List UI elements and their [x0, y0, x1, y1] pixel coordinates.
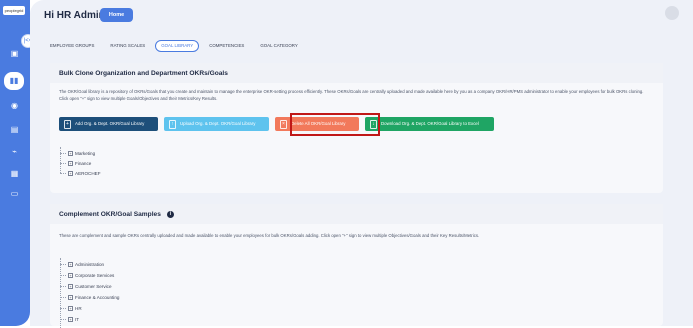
tree-node[interactable]: + HR: [60, 304, 82, 312]
tree-node-label: Finance & Accounting: [75, 294, 120, 300]
tree-dash: [60, 307, 66, 309]
add-file-icon: +: [64, 119, 71, 129]
expand-icon[interactable]: +: [68, 294, 73, 300]
info-icon[interactable]: i: [166, 210, 174, 218]
tree-node[interactable]: + Administration: [60, 260, 104, 268]
tree-node[interactable]: + Marketing: [60, 149, 95, 157]
tree-node-label: AEROCHEF: [75, 170, 101, 176]
expand-icon[interactable]: +: [68, 305, 73, 311]
tree-dash: [60, 263, 66, 265]
tab-employee-groups[interactable]: EMPLOYEE GROUPS: [44, 40, 100, 52]
expand-icon[interactable]: +: [68, 261, 73, 267]
tree-node-label: HR: [75, 305, 82, 311]
sidebar: peoplegrid ▣ ▮▮ ◉ ▤ ⌁ ▦ ▭: [0, 0, 30, 326]
tree-dash: [60, 296, 66, 298]
tab-rating-scales[interactable]: RATING SCALES: [104, 40, 151, 52]
tab-goal-library[interactable]: GOAL LIBRARY: [155, 40, 200, 52]
tree-node-label: Administration: [75, 261, 105, 267]
dashboard-icon[interactable]: ▣: [9, 48, 20, 59]
logo: peoplegrid: [3, 6, 25, 15]
expand-icon[interactable]: +: [68, 170, 73, 176]
add-library-button[interactable]: + Add Org. & Dept. OKR/Goal Library: [59, 117, 158, 131]
delete-icon: ×: [280, 119, 287, 129]
complement-description: These are complement and sample OKRs cen…: [59, 233, 480, 238]
tree-dash: [60, 274, 66, 276]
avatar[interactable]: [665, 6, 679, 20]
page-greeting: Hi HR Admin: [44, 10, 105, 21]
upload-library-button[interactable]: ↑ Upload Org. & Dept. OKR/Goal Library: [164, 117, 269, 131]
delete-button-highlight: [290, 113, 380, 136]
tree-node-label: Marketing: [75, 150, 96, 156]
upload-icon: ↑: [169, 119, 176, 129]
add-library-label: Add Org. & Dept. OKR/Goal Library: [75, 121, 145, 126]
home-button[interactable]: Home: [100, 8, 133, 22]
tree-node-label: Corporate Services: [75, 272, 115, 278]
library-icon[interactable]: ▮▮: [4, 72, 24, 90]
tree-node[interactable]: + IT: [60, 315, 79, 323]
complement-header: Complement OKR/Goal Samples i: [50, 204, 663, 224]
expand-icon[interactable]: +: [68, 160, 73, 166]
document-icon[interactable]: ▦: [9, 168, 20, 179]
expand-icon[interactable]: +: [68, 283, 73, 289]
tree-dash: [60, 285, 66, 287]
tab-competencies[interactable]: COMPETENCIES: [203, 40, 250, 52]
expand-icon[interactable]: +: [68, 272, 73, 278]
library-actions: + Add Org. & Dept. OKR/Goal Library ↑ Up…: [59, 117, 494, 131]
complement-title: Complement OKR/Goal Samples: [59, 210, 161, 218]
globe-icon[interactable]: ◉: [9, 100, 20, 111]
expand-icon[interactable]: +: [68, 316, 73, 322]
tab-goal-category[interactable]: GOAL CATEGORY: [254, 40, 304, 52]
upload-library-label: Upload Org. & Dept. OKR/Goal Library: [180, 121, 256, 126]
org-library-tree: + Marketing + Finance + AEROCHEF: [60, 147, 180, 177]
download-excel-button[interactable]: ↓ Download Org. & Dept. OKR/Goal Library…: [365, 117, 494, 131]
tree-dash: [60, 162, 66, 164]
link-icon[interactable]: ⌁: [9, 146, 20, 157]
tree-node-label: Customer Service: [75, 283, 112, 289]
bulk-clone-title: Bulk Clone Organization and Department O…: [50, 63, 663, 83]
app-frame: peoplegrid ▣ ▮▮ ◉ ▤ ⌁ ▦ ▭ |<< Hi HR Admi…: [0, 0, 693, 328]
complement-samples-panel: Complement OKR/Goal Samples i These are …: [50, 204, 663, 328]
calendar-icon[interactable]: ▭: [9, 188, 20, 199]
briefcase-icon[interactable]: ▤: [9, 124, 20, 135]
tree-node[interactable]: + Finance & Accounting: [60, 293, 119, 301]
tree-node[interactable]: + Finance: [60, 159, 91, 167]
tree-node-label: Finance: [75, 160, 92, 166]
bulk-clone-description: The OKR/Goal library is a repository of …: [59, 89, 644, 101]
bulk-clone-panel: Bulk Clone Organization and Department O…: [50, 63, 663, 193]
tree-node[interactable]: + Corporate Services: [60, 271, 114, 279]
tree-node-label: IT: [75, 316, 80, 322]
tree-node[interactable]: + Customer Service: [60, 282, 112, 290]
expand-icon[interactable]: +: [68, 150, 73, 156]
sample-library-tree: + Administration + Corporate Services + …: [60, 258, 220, 328]
settings-tabs: EMPLOYEE GROUPS RATING SCALES GOAL LIBRA…: [44, 40, 304, 52]
download-excel-label: Download Org. & Dept. OKR/Goal Library t…: [381, 121, 479, 126]
tree-node[interactable]: + AEROCHEF: [60, 169, 101, 177]
main-content: Hi HR Admin Home EMPLOYEE GROUPS RATING …: [30, 0, 693, 328]
tree-dash: [60, 152, 66, 154]
tree-dash: [60, 172, 66, 174]
tree-dash: [60, 318, 66, 320]
